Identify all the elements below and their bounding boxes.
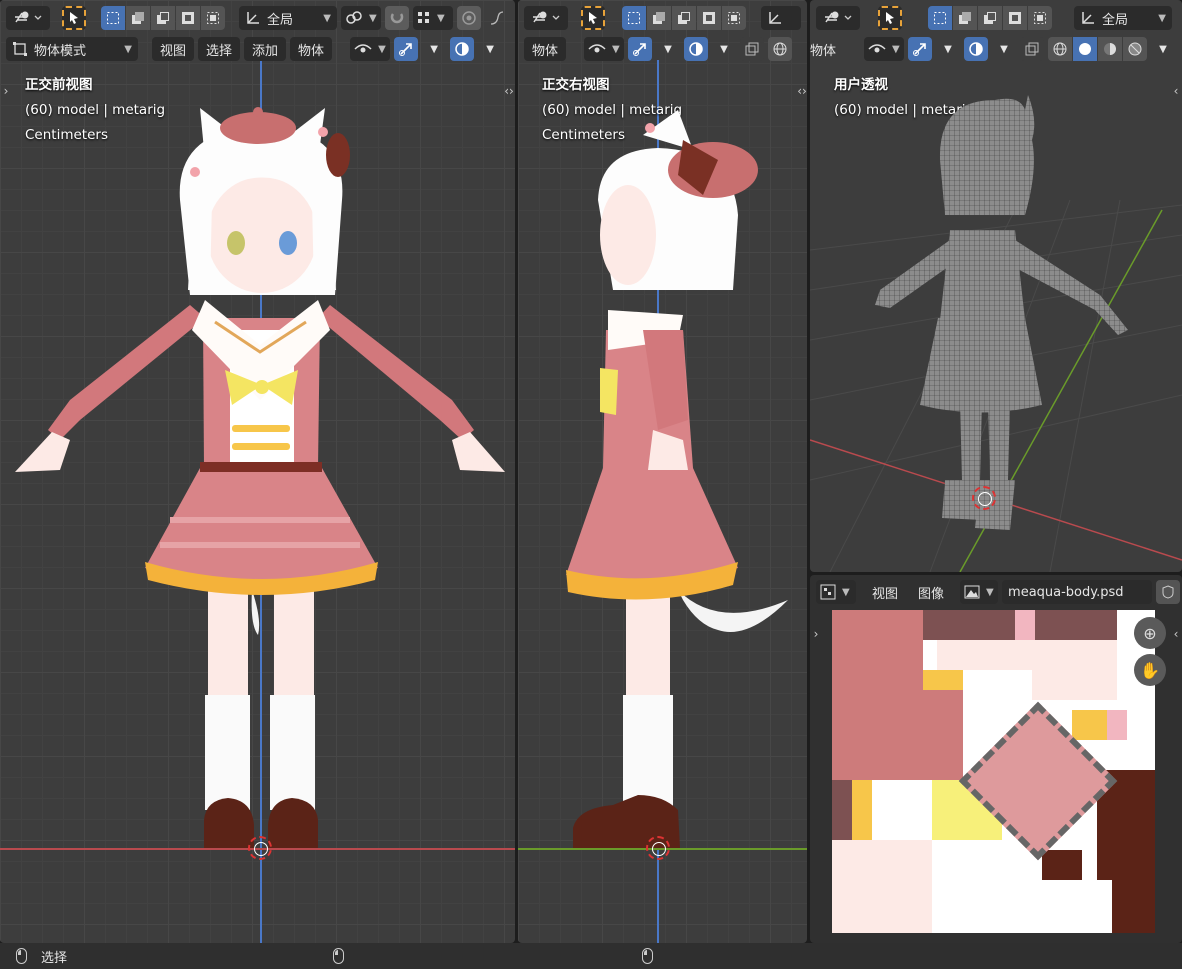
mouse-left-icon [16, 948, 27, 964]
pan-hand-icon[interactable]: ✋ [1134, 654, 1166, 686]
3d-cursor[interactable] [646, 836, 670, 860]
blender-window: 全局 ▼ ▼ ▼ 物体模式 ▼ 视图 选择 添加 物体 ▼ ▼ ▼ 正交前视图 … [0, 0, 1182, 969]
character-front-view [15, 107, 505, 848]
editor-type-button[interactable]: ▼ [816, 580, 856, 604]
chevron-down-icon: ▼ [842, 586, 850, 598]
status-bar: 选择 [0, 943, 1182, 969]
menu-view[interactable]: 视图 [864, 580, 906, 604]
toolbar-expand-icon[interactable]: › [810, 625, 822, 643]
mouse-middle-icon [333, 948, 345, 964]
image-name-field[interactable]: meaqua-body.psd [1002, 580, 1153, 604]
image-icon [964, 585, 980, 599]
character-wireframe [875, 95, 1128, 530]
image-browse-dropdown[interactable]: ▼ [960, 580, 999, 604]
3d-cursor[interactable] [972, 486, 996, 510]
chevron-down-icon: ▼ [986, 586, 994, 598]
menu-image[interactable]: 图像 [910, 580, 952, 604]
image-editor-header: ▼ 视图 图像 ▼ meaqua-body.psd [810, 577, 1182, 607]
viewport-perspective[interactable]: 全局 ▼ 物体 ▼ ▼ ▼ ▼ 用户透视 (60) model | metari… [810, 0, 1182, 572]
status-select-label: 选择 [41, 950, 68, 966]
viewport-front[interactable]: 全局 ▼ ▼ ▼ 物体模式 ▼ 视图 选择 添加 物体 ▼ ▼ ▼ 正交前视图 … [0, 0, 515, 943]
sidebar-expand-icon[interactable]: ‹ [1170, 625, 1182, 643]
texture-preview [832, 610, 1155, 933]
viewport-right[interactable]: 物体 ▼ ▼ ▼ 正交右视图 (60) model | metarig Cent… [518, 0, 807, 943]
mouse-right-icon [642, 948, 654, 964]
3d-cursor[interactable] [248, 836, 272, 860]
zoom-icon[interactable]: ⊕ [1134, 617, 1166, 649]
fake-user-icon[interactable] [1156, 580, 1181, 604]
image-editor-icon [820, 584, 836, 600]
character-side-view [566, 110, 788, 848]
